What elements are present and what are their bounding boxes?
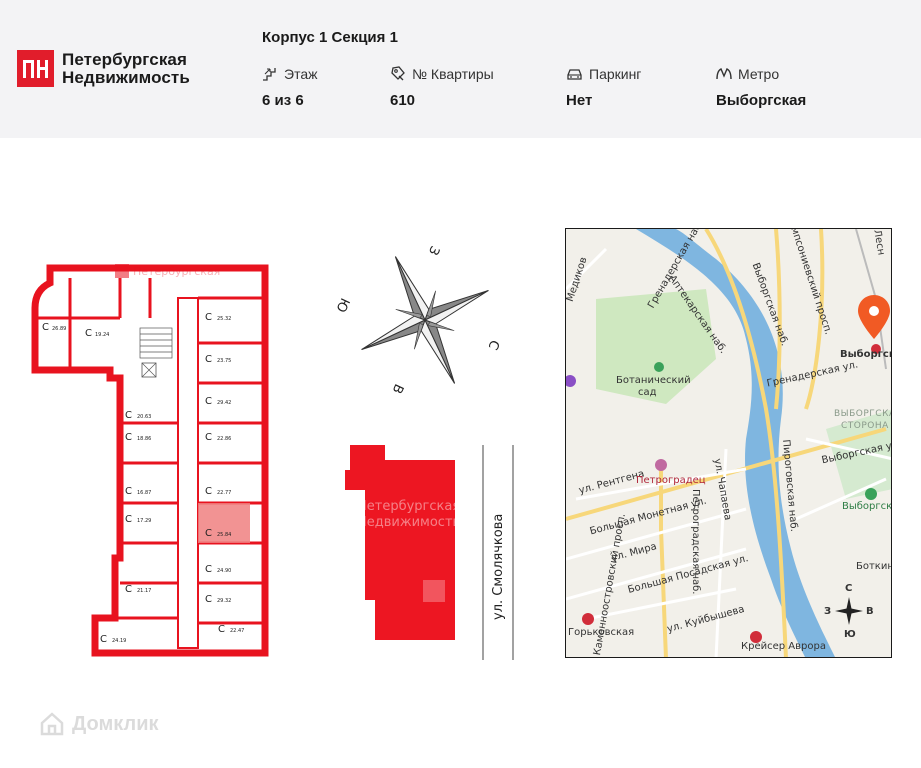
svg-text:25.84: 25.84: [217, 532, 231, 538]
svg-text:Недвижимость: Недвижимость: [357, 515, 460, 530]
stat-parking-label: Паркинг: [589, 66, 642, 82]
key-icon: [391, 66, 405, 81]
stat-parking-value: Нет: [566, 92, 593, 109]
svg-text:С: С: [125, 584, 132, 595]
svg-text:С: С: [100, 634, 107, 645]
map-poi-vyborgskaya-storona: ВЫБОРГСКАЯ: [834, 409, 891, 419]
map-target-metro: Выборгская: [840, 349, 891, 360]
brand-logo-mark: [17, 50, 54, 87]
map-poi-gorkovskaya: Горьковская: [568, 627, 635, 638]
svg-text:С: С: [218, 624, 225, 635]
metro-icon: [716, 68, 732, 80]
stat-metro: Метро Выборгская: [716, 65, 806, 109]
domclick-brand: Домклик: [72, 712, 159, 735]
map-compass-s: Ю: [844, 629, 856, 640]
stairs-icon: [263, 68, 276, 81]
map-street-botkinskaya: Боткин: [856, 561, 892, 572]
location-map[interactable]: Гренадерская наб. Аптекарская наб. Выбор…: [565, 228, 892, 658]
stat-floor-label: Этаж: [284, 66, 318, 82]
map-compass-e: В: [866, 606, 874, 617]
svg-text:С: С: [125, 410, 132, 421]
stat-metro-label: Метро: [738, 66, 780, 82]
compass-s-label: Ю: [332, 295, 352, 314]
svg-text:Петербургская: Петербургская: [133, 265, 220, 278]
svg-text:С: С: [205, 432, 212, 443]
map-compass-w: З: [824, 606, 832, 617]
svg-text:24.90: 24.90: [217, 568, 231, 574]
svg-text:С: С: [205, 354, 212, 365]
stat-floor: Этаж 6 из 6: [262, 65, 317, 109]
building-footprint: Петербургская Недвижимость ул. Смолячков…: [335, 440, 515, 660]
svg-text:24.19: 24.19: [112, 638, 126, 644]
map-street-petrogradskaya-nab: Петроградская наб.: [690, 489, 701, 595]
floor-plan-drawing: С 26.89 С 19.24 С 25.32 С 23.75 С 20.63 С 29.4…: [31, 264, 269, 657]
stat-floor-value: 6 из 6: [262, 92, 304, 109]
house-icon: [40, 712, 64, 736]
svg-text:С: С: [125, 514, 132, 525]
svg-text:С: С: [205, 528, 212, 539]
svg-text:23.75: 23.75: [217, 358, 231, 364]
svg-text:25.32: 25.32: [217, 316, 231, 322]
svg-text:С: С: [205, 486, 212, 497]
brand-name-line2: Недвижимость: [62, 67, 190, 87]
map-poi-botanical-2: сад: [638, 387, 657, 398]
compass-w-label: З: [425, 243, 442, 257]
svg-text:С: С: [42, 322, 49, 333]
svg-text:С: С: [205, 594, 212, 605]
svg-text:16.87: 16.87: [137, 490, 151, 496]
map-compass-n: С: [845, 583, 853, 594]
brand-name: Петербургская Недвижимость: [62, 49, 190, 87]
section-title: Корпус 1 Секция 1: [262, 29, 398, 46]
svg-text:С: С: [205, 396, 212, 407]
compass-n-label: С: [485, 337, 502, 352]
svg-text:20.63: 20.63: [137, 414, 151, 420]
svg-text:С: С: [85, 328, 92, 339]
map-poi-botanical: Ботанический: [616, 375, 691, 386]
map-poi-vyborgsky: Выборгский: [842, 501, 892, 512]
map-poi-vyborgskaya-storona-2: СТОРОНА: [841, 421, 889, 431]
stat-apartment: № Квартиры 610: [390, 65, 494, 109]
domclick-watermark: Домклик: [40, 712, 159, 736]
svg-text:29.32: 29.32: [217, 598, 231, 604]
svg-text:Петербургская: Петербургская: [357, 499, 460, 514]
compass-rose: З В Ю С: [320, 235, 520, 405]
svg-text:С: С: [205, 312, 212, 323]
svg-text:18.86: 18.86: [137, 436, 151, 442]
svg-text:22.86: 22.86: [217, 436, 231, 442]
svg-text:С: С: [205, 564, 212, 575]
stat-apartment-value: 610: [390, 92, 416, 109]
svg-text:26.89: 26.89: [52, 326, 66, 332]
stat-parking: Паркинг Нет: [566, 65, 641, 109]
floor-plan: С 26.89 С 19.24 С 25.32 С 23.75 С 20.63 С 29.4…: [30, 258, 285, 660]
header-bar: Петербургская Недвижимость Корпус 1 Секц…: [0, 0, 921, 138]
svg-text:17.29: 17.29: [137, 518, 151, 524]
brand-logo[interactable]: Петербургская Недвижимость: [17, 50, 190, 87]
car-icon: [567, 68, 582, 80]
street-label: ул. Смолячкова: [491, 514, 506, 620]
compass-e-label: В: [389, 381, 406, 395]
svg-text:29.42: 29.42: [217, 400, 231, 406]
stat-apartment-label: № Квартиры: [412, 66, 494, 82]
brand-name-line1: Петербургская: [62, 49, 187, 69]
stat-metro-value: Выборгская: [716, 92, 807, 109]
svg-text:21.17: 21.17: [137, 588, 151, 594]
svg-text:19.24: 19.24: [95, 332, 109, 338]
svg-text:22.77: 22.77: [217, 490, 231, 496]
svg-text:С: С: [125, 486, 132, 497]
svg-text:22.47: 22.47: [230, 628, 244, 634]
map-poi-kreiser: Крейсер Аврора: [741, 641, 826, 652]
map-canvas: [566, 229, 891, 657]
map-poi-petrogradets: Петроградец: [636, 475, 706, 486]
svg-text:С: С: [125, 432, 132, 443]
